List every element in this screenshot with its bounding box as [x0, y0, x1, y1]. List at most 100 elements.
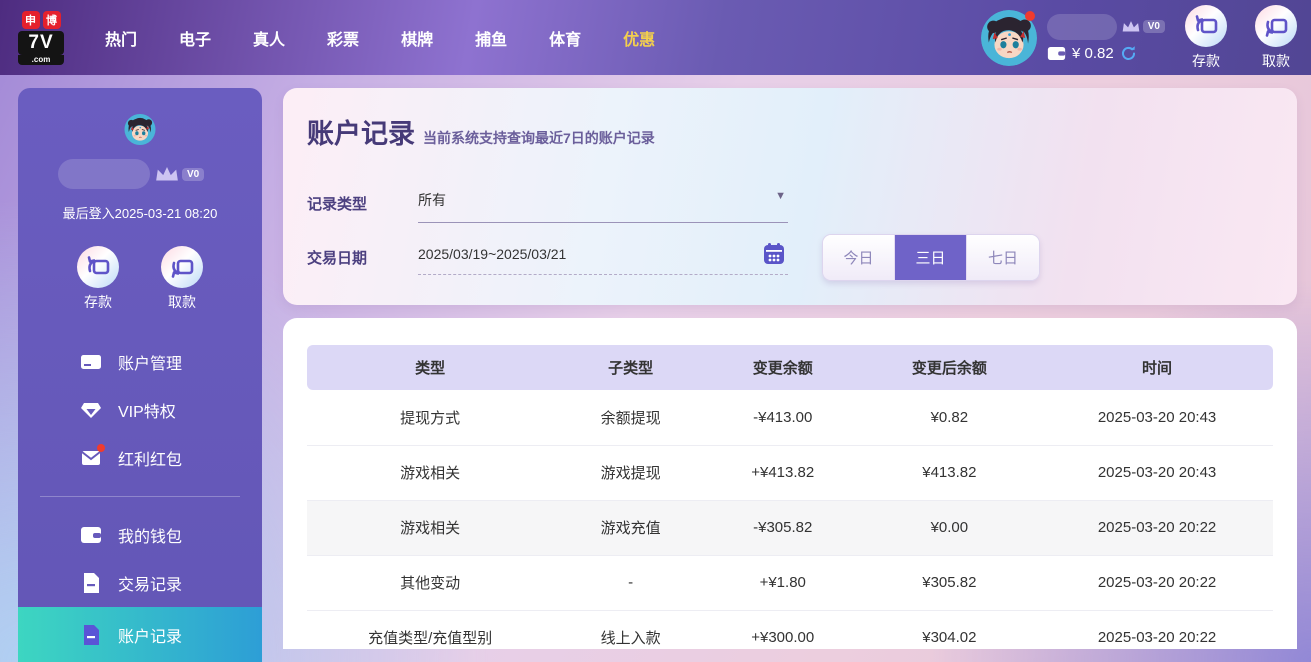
sidebar-item-label: 红利红包 [118, 446, 182, 470]
sidebar-item-my-wallet[interactable]: 我的钱包 [18, 511, 262, 559]
range-button-3days[interactable]: 三日 [895, 235, 967, 280]
site-logo[interactable]: 申 博 7V .com [18, 11, 64, 65]
header-subtype: 子类型 [553, 345, 708, 390]
sidebar-item-label: 交易记录 [118, 571, 182, 595]
nav-item-hot[interactable]: 热门 [90, 26, 152, 50]
cell-type: 游戏相关 [307, 500, 553, 555]
balance-amount: ¥ 0.82 [1072, 45, 1114, 62]
records-table: 类型 子类型 变更余额 变更后余额 时间 提现方式 余额提现 -¥413.00 … [307, 345, 1273, 662]
record-type-select[interactable]: 所有 ▼ [418, 184, 788, 223]
wallet-icon [1047, 46, 1066, 61]
header-time: 时间 [1041, 345, 1273, 390]
chevron-down-icon: ▼ [775, 190, 786, 202]
cell-change: -¥413.00 [708, 390, 858, 445]
transaction-date-label: 交易日期 [307, 247, 418, 268]
header-after: 变更后余额 [858, 345, 1042, 390]
logo-text: 7V [18, 31, 64, 55]
withdraw-label: 取款 [1262, 51, 1290, 71]
cell-time: 2025-03-20 20:22 [1041, 500, 1273, 555]
deposit-button[interactable]: 存款 [1185, 5, 1227, 71]
vip-gem-icon [80, 399, 102, 421]
sidebar-deposit-button[interactable]: 存款 [77, 246, 119, 312]
logo-badge-1: 申 [22, 11, 40, 29]
sidebar: V0 最后登入2025-03-21 08:20 存款 取款 账户管理 [18, 88, 262, 662]
page-title: 账户记录 [307, 112, 415, 151]
sidebar-withdraw-label: 取款 [168, 292, 196, 312]
nav-item-lottery[interactable]: 彩票 [312, 26, 374, 50]
cell-subtype: 余额提现 [553, 390, 708, 445]
nav-item-slots[interactable]: 电子 [164, 26, 226, 50]
cell-change: +¥300.00 [708, 610, 858, 662]
deposit-icon [1193, 13, 1219, 39]
nav-item-fishing[interactable]: 捕鱼 [460, 26, 522, 50]
sidebar-item-vip-privileges[interactable]: VIP特权 [18, 386, 262, 434]
top-navbar: 申 博 7V .com 热门 电子 真人 彩票 棋牌 捕鱼 体育 优惠 V0 [0, 0, 1311, 75]
nav-item-live[interactable]: 真人 [238, 26, 300, 50]
cell-type: 其他变动 [307, 555, 553, 610]
cell-subtype: 线上入款 [553, 610, 708, 662]
logo-badge-2: 博 [43, 11, 61, 29]
sidebar-item-bonus-redpacket[interactable]: 红利红包 [18, 434, 262, 482]
sidebar-item-transaction-records[interactable]: 交易记录 [18, 559, 262, 607]
table-row: 其他变动 - +¥1.80 ¥305.82 2025-03-20 20:22 [307, 555, 1273, 610]
range-button-7days[interactable]: 七日 [967, 235, 1039, 280]
cell-subtype: 游戏充值 [553, 500, 708, 555]
account-records-header-panel: 账户记录 当前系统支持查询最近7日的账户记录 记录类型 所有 ▼ 交易日期 20… [283, 88, 1297, 305]
cell-change: +¥1.80 [708, 555, 858, 610]
vip-level-badge: V0 [1143, 20, 1165, 33]
main-nav: 热门 电子 真人 彩票 棋牌 捕鱼 体育 优惠 [84, 26, 676, 50]
cell-subtype: 游戏提现 [553, 445, 708, 500]
cell-time: 2025-03-20 20:22 [1041, 610, 1273, 662]
nav-item-cards[interactable]: 棋牌 [386, 26, 448, 50]
withdraw-icon [1263, 13, 1289, 39]
date-range-input[interactable]: 2025/03/19~2025/03/21 [418, 240, 788, 275]
sidebar-item-label: 我的钱包 [118, 523, 182, 547]
table-row: 提现方式 余额提现 -¥413.00 ¥0.82 2025-03-20 20:4… [307, 390, 1273, 445]
table-row: 游戏相关 游戏提现 +¥413.82 ¥413.82 2025-03-20 20… [307, 445, 1273, 500]
sidebar-divider [40, 496, 240, 497]
records-table-panel: 类型 子类型 变更余额 变更后余额 时间 提现方式 余额提现 -¥413.00 … [283, 318, 1297, 649]
sidebar-item-label: VIP特权 [118, 398, 176, 422]
sidebar-withdraw-button[interactable]: 取款 [161, 246, 203, 312]
table-header-row: 类型 子类型 变更余额 变更后余额 时间 [307, 345, 1273, 390]
notification-dot [1025, 11, 1035, 21]
nav-item-promo[interactable]: 优惠 [608, 26, 670, 50]
sidebar-item-label: 账户记录 [118, 623, 182, 647]
nav-item-sports[interactable]: 体育 [534, 26, 596, 50]
bank-card-icon [80, 351, 102, 373]
sidebar-deposit-icon [85, 254, 111, 280]
deposit-label: 存款 [1192, 51, 1220, 71]
record-type-value: 所有 [418, 192, 446, 208]
range-button-today[interactable]: 今日 [823, 235, 895, 280]
sidebar-avatar[interactable] [85, 114, 195, 145]
document-icon [80, 624, 102, 646]
table-row: 游戏相关 游戏充值 -¥305.82 ¥0.00 2025-03-20 20:2… [307, 500, 1273, 555]
sidebar-item-label: 账户管理 [118, 350, 182, 374]
red-packet-icon [80, 447, 102, 469]
main-content: 账户记录 当前系统支持查询最近7日的账户记录 记录类型 所有 ▼ 交易日期 20… [283, 88, 1297, 662]
navbar-user-cluster: V0 ¥ 0.82 存款 取款 [981, 0, 1311, 75]
sidebar-item-account-records[interactable]: 账户记录 [18, 607, 262, 662]
sidebar-deposit-label: 存款 [84, 292, 112, 312]
cell-after: ¥0.82 [858, 390, 1042, 445]
record-type-label: 记录类型 [307, 193, 418, 214]
document-icon [80, 572, 102, 594]
wallet-icon [80, 524, 102, 546]
last-login-text: 最后登入2025-03-21 08:20 [63, 203, 218, 222]
sidebar-item-account-management[interactable]: 账户管理 [18, 338, 262, 386]
cell-change: -¥305.82 [708, 500, 858, 555]
withdraw-button[interactable]: 取款 [1255, 5, 1297, 71]
refresh-icon[interactable] [1120, 45, 1137, 62]
sidebar-username-redacted [58, 159, 150, 189]
cell-type: 提现方式 [307, 390, 553, 445]
sidebar-withdraw-icon [169, 254, 195, 280]
sidebar-vip-level-badge: V0 [182, 168, 204, 181]
header-type: 类型 [307, 345, 553, 390]
redpacket-notification-dot [97, 444, 105, 452]
calendar-icon[interactable] [762, 242, 786, 269]
cell-time: 2025-03-20 20:43 [1041, 390, 1273, 445]
user-avatar[interactable] [981, 10, 1037, 66]
username-redacted [1047, 14, 1117, 40]
sidebar-vip-crown-icon [154, 164, 180, 184]
header-change: 变更余额 [708, 345, 858, 390]
